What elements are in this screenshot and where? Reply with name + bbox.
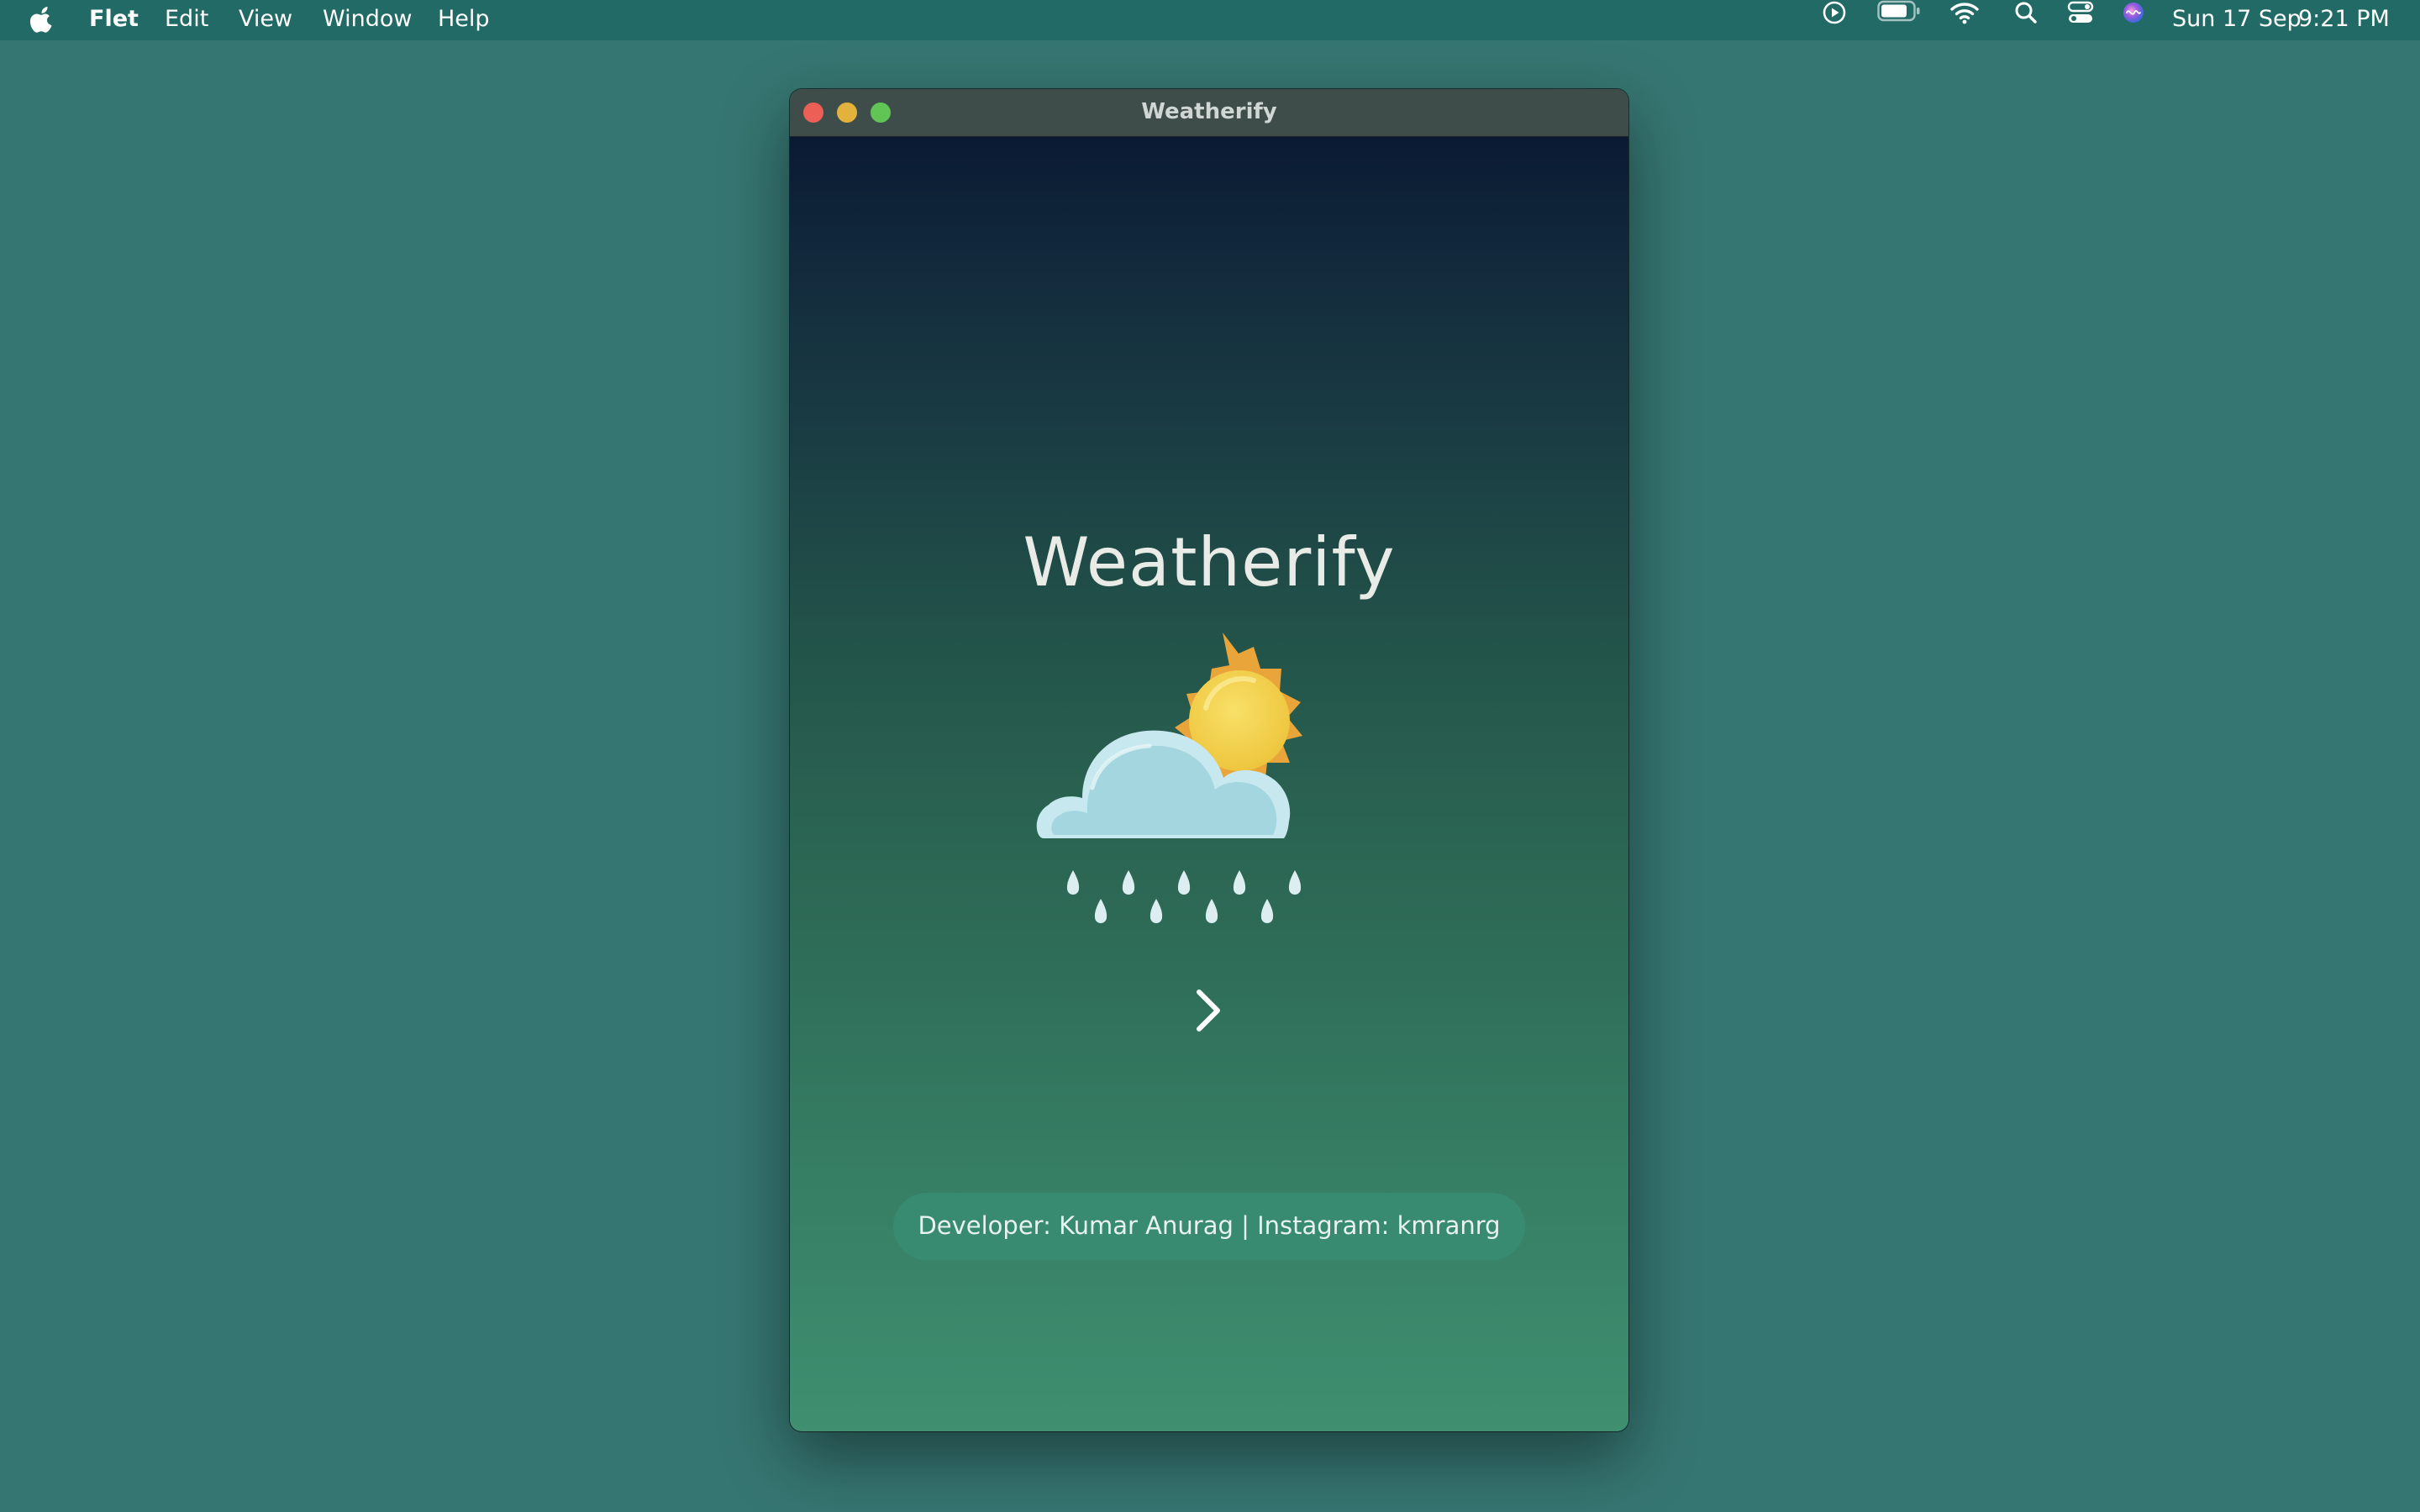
developer-credit: Developer: Kumar Anurag | Instagram: kmr… (893, 1193, 1525, 1260)
menu-view[interactable]: View (239, 0, 292, 40)
menu-help[interactable]: Help (438, 0, 490, 40)
app-content: Weatherify Developer: Kumar Anurag | Ins… (790, 137, 1628, 1431)
chevron-right-icon (1197, 990, 1220, 1032)
siri-icon[interactable] (2121, 0, 2146, 40)
play-circle-icon[interactable] (1822, 0, 1847, 40)
menu-window[interactable]: Window (323, 0, 412, 40)
menu-bar-date[interactable]: Sun 17 Sep (2172, 0, 2302, 40)
apple-menu-icon[interactable] (30, 0, 59, 40)
battery-icon[interactable] (1877, 0, 1921, 40)
app-heading: Weatherify (1023, 523, 1396, 601)
menu-edit[interactable]: Edit (165, 0, 208, 40)
window-titlebar[interactable]: Weatherify (790, 89, 1628, 137)
menu-app-name[interactable]: Flet (89, 0, 139, 40)
menu-bar: Flet Edit View Window Help Sun 17 Sep 9:… (0, 0, 2420, 40)
menu-bar-time[interactable]: 9:21 PM (2298, 0, 2390, 40)
sun-cloud-rain-icon (1034, 628, 1386, 948)
window-title: Weatherify (1141, 99, 1277, 124)
wifi-icon[interactable] (1949, 0, 1980, 40)
search-icon[interactable] (2013, 0, 2039, 40)
app-window: Weatherify Weatherify Developer: Kumar A… (790, 89, 1628, 1431)
next-button[interactable] (1176, 977, 1243, 1044)
control-center-icon[interactable] (2067, 0, 2094, 40)
